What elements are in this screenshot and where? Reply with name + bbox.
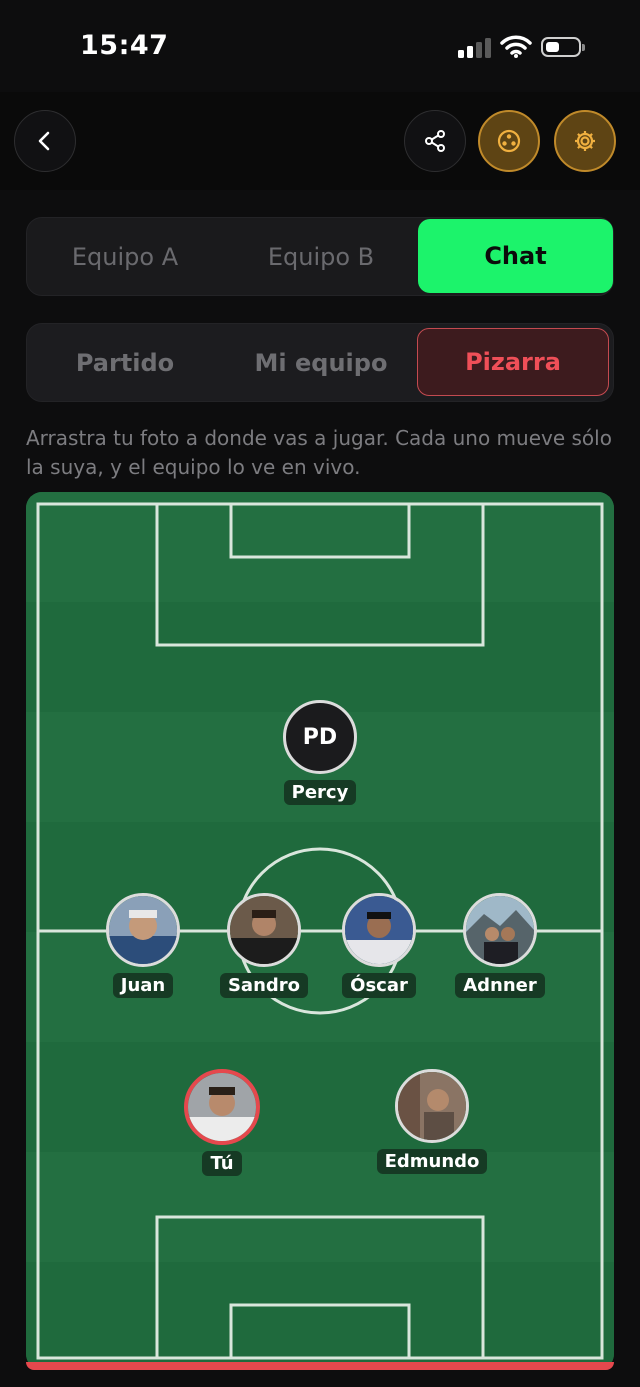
- pitch-edge: [26, 1362, 614, 1370]
- chevron-left-icon: [38, 131, 50, 151]
- instructions-text: Arrastra tu foto a donde vas a jugar. Ca…: [26, 426, 612, 479]
- player-name: Percy: [283, 780, 357, 805]
- player-name: Sandro: [219, 973, 309, 998]
- player-name: Óscar: [342, 973, 416, 998]
- player-token[interactable]: PD Percy: [245, 700, 395, 805]
- signal-icon: [458, 38, 492, 58]
- avatar: [227, 893, 301, 967]
- tab-pizarra[interactable]: Pizarra: [417, 328, 609, 396]
- status-time: 15:47: [80, 30, 169, 61]
- tab-equipo-a[interactable]: Equipo A: [27, 218, 223, 295]
- avatar: [395, 1069, 469, 1143]
- settings-button[interactable]: [554, 110, 616, 172]
- battery-icon: [541, 37, 585, 57]
- tab-mi-equipo[interactable]: Mi equipo: [223, 324, 419, 401]
- gear-icon: [575, 131, 595, 151]
- share-button[interactable]: [404, 110, 466, 172]
- player-token[interactable]: Edmundo: [357, 1069, 507, 1174]
- view-tabs: Partido Mi equipo Pizarra: [26, 323, 614, 402]
- team-icon: [497, 129, 521, 153]
- avatar: [184, 1069, 260, 1145]
- tab-chat[interactable]: Chat: [418, 219, 613, 293]
- wifi-icon: [500, 35, 532, 58]
- share-icon: [425, 130, 445, 152]
- player-name: Juan: [112, 973, 174, 998]
- tab-equipo-b[interactable]: Equipo B: [223, 218, 419, 295]
- team-button[interactable]: [478, 110, 540, 172]
- back-button[interactable]: [14, 110, 76, 172]
- status-bar: 15:47: [0, 0, 640, 92]
- avatar: [342, 893, 416, 967]
- header: [0, 92, 640, 190]
- player-name: Tú: [202, 1151, 242, 1176]
- player-token[interactable]: Adnner: [425, 893, 575, 998]
- player-name: Adnner: [455, 973, 545, 998]
- tab-partido[interactable]: Partido: [27, 324, 223, 401]
- team-tabs: Equipo A Equipo B Chat: [26, 217, 614, 296]
- avatar: [106, 893, 180, 967]
- avatar: PD: [283, 700, 357, 774]
- avatar: [463, 893, 537, 967]
- player-name: Edmundo: [376, 1149, 488, 1174]
- player-token-me[interactable]: Tú: [147, 1069, 297, 1176]
